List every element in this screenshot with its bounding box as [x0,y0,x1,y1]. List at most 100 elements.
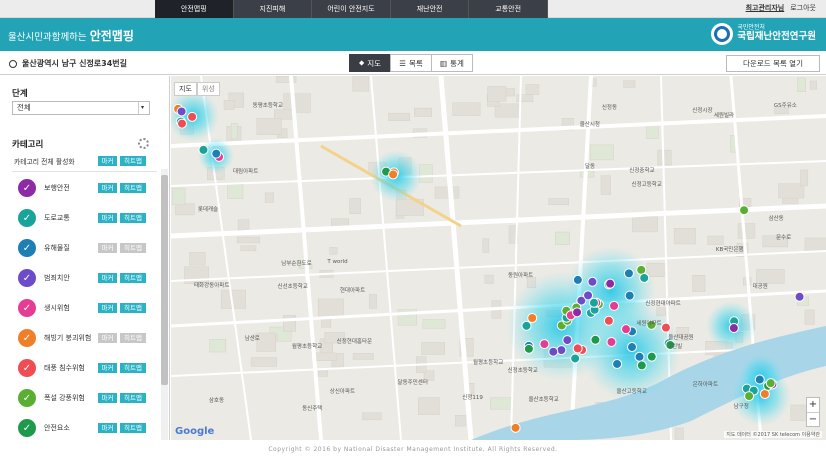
org-logo-icon [711,23,734,45]
map-block [223,100,235,110]
scroll-thumb[interactable] [161,175,168,385]
marker-toggle[interactable]: 마커 [98,243,117,253]
heatmap-toggle[interactable]: 히트맵 [120,393,146,403]
nav-tab-safety-mapping[interactable]: 안전맵핑 [155,0,234,18]
map-block [352,353,374,360]
category-row[interactable]: ✓ 생시위험 마커 히트맵 [18,299,146,317]
nav-tab-earthquake[interactable]: 지진피해 [233,0,313,18]
check-icon[interactable]: ✓ [18,329,36,347]
check-icon[interactable]: ✓ [18,359,36,377]
map-marker [572,274,583,285]
category-label: 안전요소 [44,424,70,432]
map-type-satellite[interactable]: 위성 [196,82,220,96]
map-block [756,269,785,284]
map-block [804,237,826,252]
map-block [314,352,337,361]
map-road [289,76,323,440]
marker-toggle[interactable]: 마커 [98,213,117,223]
zoom-control: + − [806,397,820,427]
tab-map-label: 지도 [367,58,382,68]
map-marker [603,315,614,326]
category-row[interactable]: ✓ 안전요소 마커 히트맵 [18,419,146,437]
tab-stats[interactable]: ▥ 통계 [431,54,473,72]
tab-map[interactable]: ⬥ 지도 [349,54,391,72]
sidebar: 단계 전체 ▾ 카테고리 카테고리 전체 활성화 마커 히트맵 ✓ 보행안전 마커 히… [0,76,170,440]
check-icon[interactable]: ✓ [18,209,36,227]
heatmap-toggle[interactable]: 히트맵 [120,333,146,343]
zoom-in-button[interactable]: + [807,398,819,412]
map-marker [176,106,187,117]
map-marker [523,343,534,354]
heatmap-toggle[interactable]: 히트맵 [120,423,146,433]
map-block [632,216,658,233]
map-marker [521,320,532,331]
map-block [692,275,706,292]
tab-list[interactable]: ☰ 목록 [390,54,432,72]
category-row[interactable]: ✓ 해빙기 붕괴위험 마커 히트맵 [18,329,146,347]
marker-toggle[interactable]: 마커 [98,363,117,373]
map-block [236,236,260,244]
check-icon[interactable]: ✓ [18,389,36,407]
heatmap-toggle[interactable]: 히트맵 [120,243,146,253]
check-icon[interactable]: ✓ [18,269,36,287]
heatmap-toggle[interactable]: 히트맵 [120,273,146,283]
map-marker [646,319,657,330]
category-row[interactable]: ✓ 보행안전 마커 히트맵 [18,179,146,197]
all-heatmap-toggle[interactable]: 히트맵 [120,156,146,166]
category-row[interactable]: ✓ 유해물질 마커 히트맵 [18,239,146,257]
address-text: 울산광역시 남구 신정로34번길 [22,59,128,68]
toolbar: 울산광역시 남구 신정로34번길 ⬥ 지도 ☰ 목록 ▥ 통계 다운로드 목록 … [0,51,826,75]
check-icon[interactable]: ✓ [18,179,36,197]
category-title: 카테고리 [12,140,44,150]
nav-tab-child-safety[interactable]: 어린이 안전지도 [312,0,391,18]
map-block [171,187,186,205]
marker-toggle[interactable]: 마커 [98,333,117,343]
check-icon[interactable]: ✓ [18,239,36,257]
nav-tabs: 안전맵핑 지진피해 어린이 안전지도 재난안전 교통안전 [155,0,548,18]
map-type-map[interactable]: 지도 [174,82,197,96]
nav-tab-disaster[interactable]: 재난안전 [390,0,470,18]
check-icon[interactable]: ✓ [18,419,36,437]
check-icon[interactable]: ✓ [18,299,36,317]
map-block [361,412,382,421]
marker-toggle[interactable]: 마커 [98,183,117,193]
map-marker [634,351,645,362]
map-marker [728,323,739,334]
zoom-out-button[interactable]: − [807,412,819,426]
category-label: 태풍 침수위험 [44,364,85,372]
app-title[interactable]: 울산시민과함께하는 안전맵핑 [8,27,134,44]
heatmap-toggle[interactable]: 히트맵 [120,213,146,223]
marker-toggle[interactable]: 마커 [98,303,117,313]
category-row[interactable]: ✓ 도로교통 마커 히트맵 [18,209,146,227]
map-road [370,76,402,440]
gear-icon[interactable] [138,138,149,149]
heatmap-toggle[interactable]: 히트맵 [120,363,146,373]
map-marker [623,268,634,279]
map-block [414,107,432,117]
crosshair-icon [9,59,17,68]
stage-select[interactable]: 전체 ▾ [12,101,150,115]
map-type-toggle: 지도 위성 [174,82,220,96]
stage-value: 전체 [17,103,31,112]
all-marker-toggle[interactable]: 마커 [98,156,117,166]
download-list-button[interactable]: 다운로드 목록 열기 [726,55,820,72]
map-view[interactable]: 월평초등학교 울산초등학교 은하아파트 그린빌 T world GS주유소 신정119 울산시… [171,76,826,440]
nav-tab-traffic[interactable]: 교통안전 [469,0,548,18]
marker-toggle[interactable]: 마커 [98,273,117,283]
org-branding[interactable]: 국민안전처 국립재난안전연구원 [711,23,816,45]
category-row[interactable]: ✓ 폭설 강풍위험 마커 히트맵 [18,389,146,407]
category-row[interactable]: ✓ 태풍 침수위험 마커 히트맵 [18,359,146,377]
app-header: 울산시민과함께하는 안전맵핑 국민안전처 국립재난안전연구원 [0,18,826,51]
map-block [388,112,410,121]
admin-link[interactable]: 최고관리자님 [746,3,785,13]
logout-link[interactable]: 로그아웃 [790,3,816,13]
marker-toggle[interactable]: 마커 [98,393,117,403]
heatmap-toggle[interactable]: 히트맵 [120,183,146,193]
sidebar-scrollbar[interactable] [161,169,168,440]
map-canvas[interactable] [171,76,826,440]
map-block [369,294,377,309]
heatmap-toggle[interactable]: 히트맵 [120,303,146,313]
marker-toggle[interactable]: 마커 [98,423,117,433]
category-row[interactable]: ✓ 범죄치안 마커 히트맵 [18,269,146,287]
map-block [250,357,278,367]
